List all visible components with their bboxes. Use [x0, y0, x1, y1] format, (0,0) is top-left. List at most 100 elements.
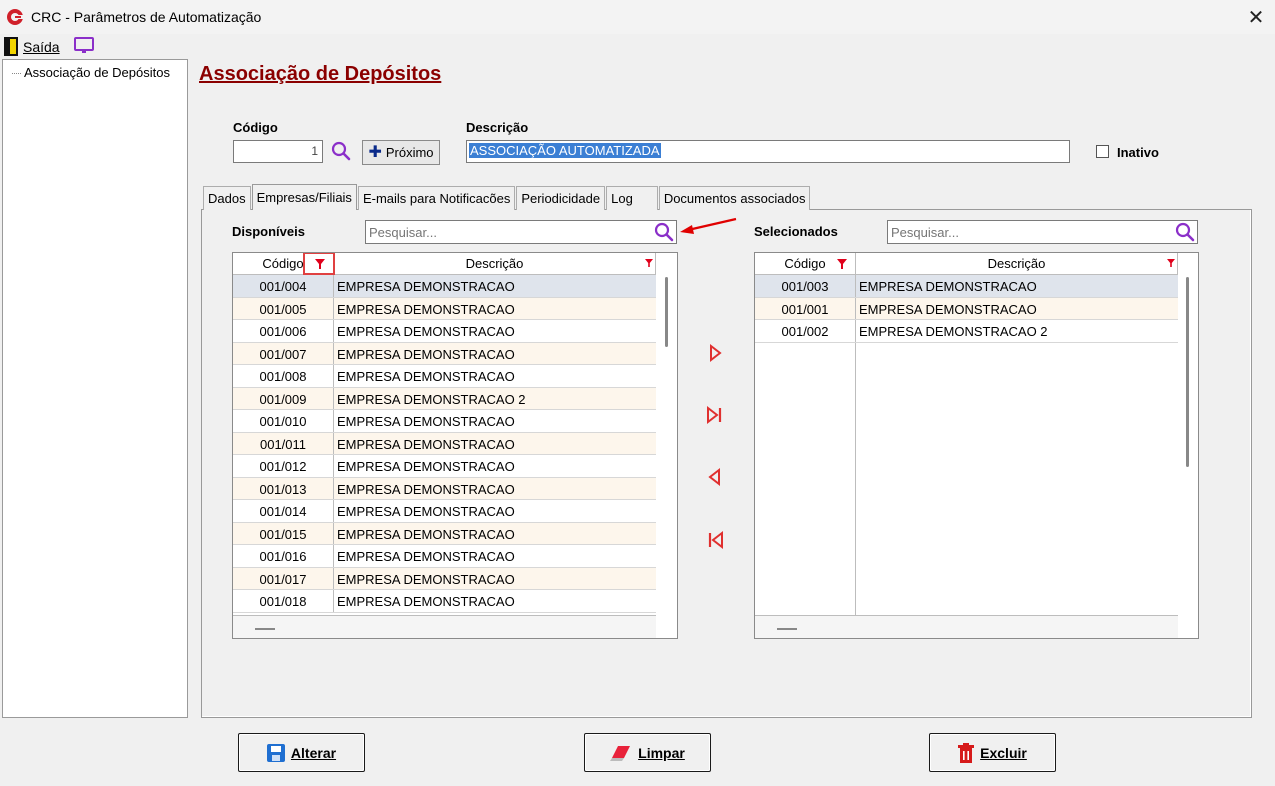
cell-descricao: EMPRESA DEMONSTRACAO: [337, 369, 515, 384]
table-row[interactable]: 001/018 EMPRESA DEMONSTRACAO: [233, 590, 656, 613]
app-logo-icon: [7, 9, 24, 25]
limpar-button[interactable]: Limpar: [584, 733, 711, 772]
table-row[interactable]: 001/015 EMPRESA DEMONSTRACAO: [233, 522, 656, 545]
navigation-tree: [2, 59, 188, 718]
grid-footer: [233, 615, 656, 638]
vertical-scrollbar[interactable]: [1186, 277, 1189, 467]
page-title: Associação de Depósitos: [199, 63, 442, 85]
tab-dados[interactable]: Dados: [203, 186, 251, 210]
cell-codigo: 001/005: [233, 297, 334, 319]
move-all-left-icon[interactable]: [706, 530, 724, 550]
disponiveis-label: Disponíveis: [232, 224, 305, 239]
search-icon[interactable]: [653, 221, 675, 243]
cell-codigo: 001/018: [233, 590, 334, 612]
table-row[interactable]: 001/002 EMPRESA DEMONSTRACAO 2: [755, 320, 1178, 343]
table-row[interactable]: 001/013 EMPRESA DEMONSTRACAO: [233, 477, 656, 500]
cell-descricao: EMPRESA DEMONSTRACAO: [337, 549, 515, 564]
cell-codigo: 001/001: [755, 297, 856, 319]
table-row[interactable]: 001/017 EMPRESA DEMONSTRACAO: [233, 567, 656, 590]
filter-icon[interactable]: [837, 259, 847, 269]
exit-menu-item[interactable]: Saída: [23, 39, 60, 55]
move-all-right-icon[interactable]: [706, 405, 724, 425]
cell-descricao: EMPRESA DEMONSTRACAO: [337, 279, 515, 294]
table-row[interactable]: 001/016 EMPRESA DEMONSTRACAO: [233, 545, 656, 568]
cell-descricao: EMPRESA DEMONSTRACAO: [337, 526, 515, 542]
grid-header: Código Descrição: [755, 253, 1178, 275]
table-row[interactable]: 001/011 EMPRESA DEMONSTRACAO: [233, 432, 656, 455]
descricao-input[interactable]: ASSOCIAÇÃO AUTOMATIZADA: [466, 140, 1070, 163]
column-header-descricao[interactable]: Descrição: [856, 253, 1178, 275]
codigo-input[interactable]: 1: [233, 140, 323, 163]
column-header-codigo[interactable]: Código: [755, 253, 856, 275]
column-header-descricao[interactable]: Descrição: [334, 253, 656, 275]
filter-icon[interactable]: [1167, 259, 1175, 267]
vertical-scrollbar[interactable]: [665, 277, 668, 347]
alterar-button[interactable]: Alterar: [238, 733, 365, 772]
exit-door-icon[interactable]: [4, 37, 18, 56]
table-row[interactable]: 001/009 EMPRESA DEMONSTRACAO 2: [233, 387, 656, 410]
cell-descricao: EMPRESA DEMONSTRACAO: [337, 346, 515, 362]
table-row[interactable]: 001/001 EMPRESA DEMONSTRACAO: [755, 297, 1178, 320]
cell-codigo: 001/013: [233, 477, 334, 499]
trash-icon: [958, 742, 975, 763]
cell-descricao: EMPRESA DEMONSTRACAO: [337, 504, 515, 519]
cell-descricao: EMPRESA DEMONSTRACAO: [337, 594, 515, 609]
tab-empresas-filiais[interactable]: Empresas/Filiais: [251, 184, 357, 210]
filter-icon[interactable]: [645, 259, 653, 267]
cell-codigo: 001/012: [233, 455, 334, 477]
tree-item-associacao-depositos[interactable]: Associação de Depósitos: [10, 65, 170, 80]
move-left-icon[interactable]: [706, 467, 724, 487]
disponiveis-search-input[interactable]: [365, 220, 677, 244]
horizontal-scrollbar[interactable]: [255, 628, 275, 630]
table-row[interactable]: 001/007 EMPRESA DEMONSTRACAO: [233, 342, 656, 365]
table-row[interactable]: 001/014 EMPRESA DEMONSTRACAO: [233, 500, 656, 523]
cell-codigo: 001/002: [755, 320, 856, 342]
cell-codigo: 001/006: [233, 320, 334, 342]
save-disk-icon: [266, 743, 285, 762]
cell-codigo: 001/011: [233, 432, 334, 454]
horizontal-scrollbar[interactable]: [777, 628, 797, 630]
monitor-icon[interactable]: [73, 37, 95, 55]
table-row[interactable]: 001/005 EMPRESA DEMONSTRACAO: [233, 297, 656, 320]
excluir-button[interactable]: Excluir: [929, 733, 1056, 772]
tab-strip: Dados Empresas/Filiais E-mails para Noti…: [203, 184, 811, 210]
table-row[interactable]: 001/004 EMPRESA DEMONSTRACAO: [233, 275, 656, 298]
tree-item-label: Associação de Depósitos: [24, 65, 170, 80]
cell-codigo: 001/004: [233, 275, 334, 297]
cell-descricao: EMPRESA DEMONSTRACAO: [337, 459, 515, 474]
selecionados-grid[interactable]: Código Descrição 001/003 EMPRESA DEMONSTR…: [754, 252, 1199, 639]
tab-log[interactable]: Log: [606, 186, 658, 210]
table-row[interactable]: 001/006 EMPRESA DEMONSTRACAO: [233, 320, 656, 343]
search-icon[interactable]: [330, 140, 352, 162]
close-button[interactable]: ✕: [1238, 2, 1274, 32]
cell-descricao: EMPRESA DEMONSTRACAO: [337, 481, 515, 497]
cell-descricao: EMPRESA DEMONSTRACAO: [859, 279, 1037, 294]
cell-codigo: 001/016: [233, 545, 334, 567]
cell-codigo: 001/015: [233, 522, 334, 544]
column-divider: [855, 343, 856, 615]
cell-codigo: 001/009: [233, 387, 334, 409]
cell-codigo: 001/007: [233, 342, 334, 364]
cell-descricao: EMPRESA DEMONSTRACAO: [859, 301, 1037, 317]
grid-footer: [755, 615, 1178, 638]
table-row[interactable]: 001/003 EMPRESA DEMONSTRACAO: [755, 275, 1178, 298]
tab-periodicidade[interactable]: Periodicidade: [516, 186, 606, 210]
move-right-icon[interactable]: [706, 343, 724, 363]
tab-emails-notificacoes[interactable]: E-mails para Notificacões: [357, 186, 516, 210]
table-row[interactable]: 001/008 EMPRESA DEMONSTRACAO: [233, 365, 656, 388]
column-header-codigo[interactable]: Código: [233, 253, 335, 275]
inativo-checkbox[interactable]: [1096, 145, 1109, 158]
proximo-button[interactable]: ✚ Próximo: [362, 140, 440, 165]
grid-rows: 001/003 EMPRESA DEMONSTRACAO 001/001 EMPRES…: [755, 275, 1178, 343]
table-row[interactable]: 001/010 EMPRESA DEMONSTRACAO: [233, 410, 656, 433]
cell-descricao: EMPRESA DEMONSTRACAO 2: [337, 391, 526, 407]
tab-documentos-associados[interactable]: Documentos associados: [658, 186, 811, 210]
table-row[interactable]: 001/012 EMPRESA DEMONSTRACAO: [233, 455, 656, 478]
inativo-label: Inativo: [1117, 145, 1159, 160]
filter-icon[interactable]: [315, 259, 325, 269]
disponiveis-grid[interactable]: Código Descrição 001/004 EMPRESA DEMONSTR…: [232, 252, 678, 639]
cell-descricao: EMPRESA DEMONSTRACAO: [337, 414, 515, 429]
selecionados-search-input[interactable]: [887, 220, 1198, 244]
search-icon[interactable]: [1174, 221, 1196, 243]
cell-codigo: 001/017: [233, 567, 334, 589]
